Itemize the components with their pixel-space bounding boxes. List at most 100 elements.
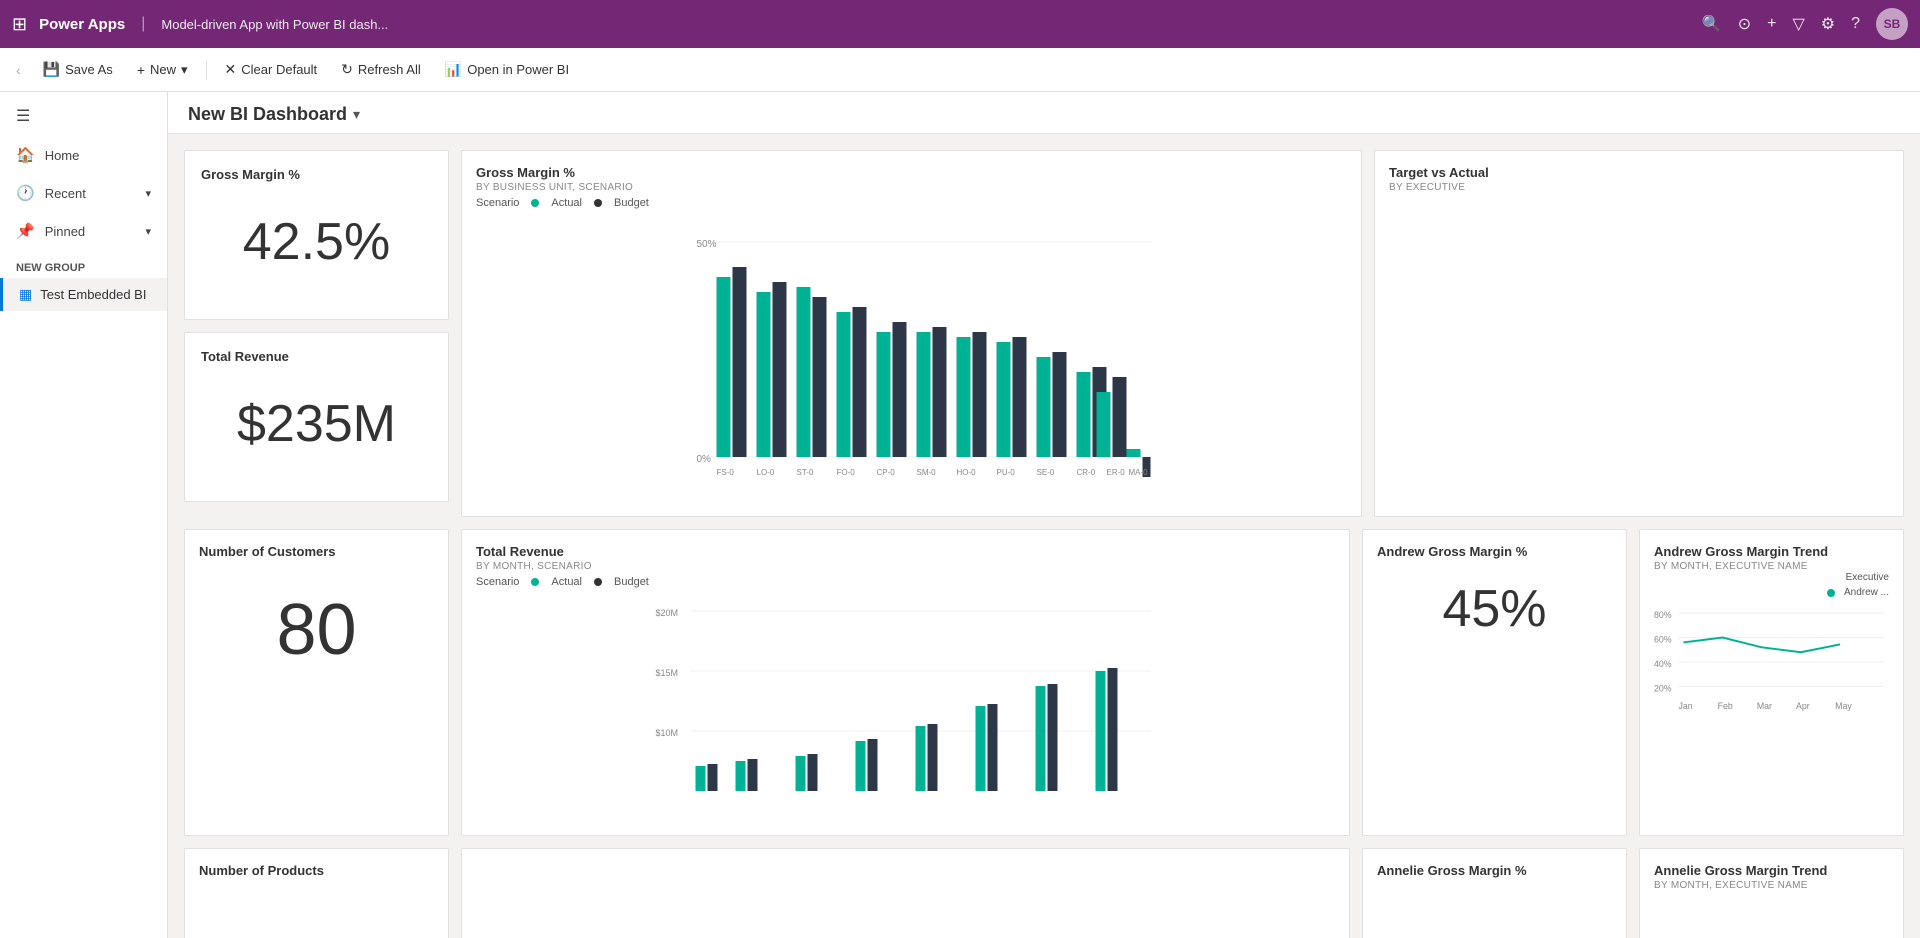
dashboard-title-bar: New BI Dashboard ▾ bbox=[168, 92, 1920, 134]
recent-icon[interactable]: ⊙ bbox=[1738, 14, 1751, 34]
back-button[interactable]: ‹ bbox=[16, 62, 21, 78]
actual-legend-dot2 bbox=[531, 578, 539, 586]
bottom-grid: Number of Customers 80 Total Revenue BY … bbox=[184, 529, 1904, 836]
gross-margin-kpi-title: Gross Margin % bbox=[201, 167, 432, 182]
hamburger-icon[interactable]: ☰ bbox=[0, 96, 167, 136]
page-title: Model-driven App with Power BI dash... bbox=[161, 17, 388, 32]
actual-legend-label2: Actual bbox=[551, 576, 582, 588]
new-button[interactable]: + New ▾ bbox=[127, 57, 198, 83]
total-revenue-month-title: Total Revenue bbox=[476, 544, 1335, 559]
executive-label: Executive bbox=[1846, 572, 1889, 583]
main-layout: ☰ 🏠 Home 🕐 Recent ▾ 📌 Pinned ▾ New Group… bbox=[0, 92, 1920, 938]
open-in-power-bi-button[interactable]: 📊 Open in Power BI bbox=[435, 56, 579, 83]
target-vs-actual-card: Target vs Actual BY EXECUTIVE bbox=[1374, 150, 1904, 517]
num-products-card: Number of Products bbox=[184, 848, 449, 938]
clear-default-label: Clear Default bbox=[241, 62, 317, 77]
svg-text:ER-0: ER-0 bbox=[1107, 468, 1126, 477]
dashboard-title: New BI Dashboard bbox=[188, 104, 347, 125]
num-customers-value: 80 bbox=[199, 589, 434, 671]
gross-margin-bu-title: Gross Margin % bbox=[476, 165, 1347, 180]
total-revenue-kpi-card: Total Revenue $235M bbox=[184, 332, 449, 502]
svg-text:Feb: Feb bbox=[1718, 701, 1733, 711]
svg-text:60%: 60% bbox=[1654, 634, 1672, 644]
toolbar: ‹ 💾 Save As + New ▾ ✕ Clear Default ↻ Re… bbox=[0, 48, 1920, 92]
andrew-gross-margin-title: Andrew Gross Margin % bbox=[1377, 544, 1612, 559]
annelie-gross-margin-title: Annelie Gross Margin % bbox=[1377, 863, 1612, 878]
new-chevron-icon[interactable]: ▾ bbox=[181, 62, 188, 78]
total-revenue-month-subtitle: BY MONTH, SCENARIO bbox=[476, 561, 1335, 572]
svg-text:FO-0: FO-0 bbox=[837, 468, 856, 477]
gross-margin-kpi-card: Gross Margin % 42.5% bbox=[184, 150, 449, 320]
home-icon: 🏠 bbox=[16, 146, 35, 164]
andrew-trend-subtitle: BY MONTH, EXECUTIVE NAME bbox=[1654, 561, 1889, 572]
svg-text:Mar: Mar bbox=[1757, 701, 1772, 711]
budget-legend-dot2 bbox=[594, 578, 602, 586]
help-icon[interactable]: ? bbox=[1851, 15, 1860, 33]
sidebar-item-pinned[interactable]: 📌 Pinned ▾ bbox=[0, 212, 167, 250]
legend-scenario-label: Scenario bbox=[476, 197, 519, 209]
refresh-icon: ↻ bbox=[341, 61, 353, 78]
gross-margin-bu-chart: 50% 0% bbox=[476, 217, 1347, 502]
sidebar: ☰ 🏠 Home 🕐 Recent ▾ 📌 Pinned ▾ New Group… bbox=[0, 92, 168, 938]
sidebar-item-recent[interactable]: 🕐 Recent ▾ bbox=[0, 174, 167, 212]
sidebar-item-test-embedded-bi[interactable]: ▦ Test Embedded BI bbox=[0, 278, 167, 311]
svg-text:SM-0: SM-0 bbox=[917, 468, 937, 477]
total-revenue-kpi-title: Total Revenue bbox=[201, 349, 432, 364]
new-label: New bbox=[150, 62, 176, 77]
sidebar-home-label: Home bbox=[45, 148, 80, 163]
svg-text:20%: 20% bbox=[1654, 683, 1672, 693]
clear-default-button[interactable]: ✕ Clear Default bbox=[215, 56, 328, 83]
andrew-trend-title: Andrew Gross Margin Trend bbox=[1654, 544, 1889, 559]
group-item-icon: ▦ bbox=[19, 286, 32, 303]
filter-icon[interactable]: ▽ bbox=[1792, 14, 1804, 34]
svg-text:ST-0: ST-0 bbox=[797, 468, 814, 477]
settings-icon[interactable]: ⚙ bbox=[1821, 14, 1835, 34]
refresh-all-button[interactable]: ↻ Refresh All bbox=[331, 56, 431, 83]
content-area: New BI Dashboard ▾ Gross Margin % 42.5% … bbox=[168, 92, 1920, 938]
recent-chevron-icon: ▾ bbox=[145, 187, 151, 200]
svg-text:May: May bbox=[1835, 701, 1852, 711]
andrew-legend-entry: Andrew ... bbox=[1844, 587, 1889, 598]
andrew-legend-dot bbox=[1827, 589, 1835, 597]
budget-legend-label: Budget bbox=[614, 197, 649, 209]
gross-margin-bu-subtitle: BY BUSINESS UNIT, SCENARIO bbox=[476, 182, 1347, 193]
andrew-gross-margin-trend-card: Andrew Gross Margin Trend BY MONTH, EXEC… bbox=[1639, 529, 1904, 836]
avatar[interactable]: SB bbox=[1876, 8, 1908, 40]
svg-text:0%: 0% bbox=[697, 454, 712, 465]
top-bar-right: 🔍 ⊙ + ▽ ⚙ ? SB bbox=[1702, 8, 1908, 40]
pinned-icon: 📌 bbox=[16, 222, 35, 240]
actual-legend-dot bbox=[531, 199, 539, 207]
svg-text:Jan: Jan bbox=[1678, 701, 1692, 711]
gross-margin-kpi-value: 42.5% bbox=[201, 212, 432, 272]
save-as-icon: 💾 bbox=[43, 61, 60, 78]
annelie-gross-margin-trend-card: Annelie Gross Margin Trend BY MONTH, EXE… bbox=[1639, 848, 1904, 938]
sidebar-recent-label: Recent bbox=[45, 186, 86, 201]
total-revenue-month-legend: Scenario Actual Budget bbox=[476, 576, 1335, 588]
refresh-label: Refresh All bbox=[358, 62, 421, 77]
svg-text:SE-0: SE-0 bbox=[1037, 468, 1055, 477]
andrew-gross-margin-card: Andrew Gross Margin % 45% bbox=[1362, 529, 1627, 836]
save-as-button[interactable]: 💾 Save As bbox=[33, 56, 123, 83]
add-icon[interactable]: + bbox=[1767, 15, 1776, 33]
search-icon[interactable]: 🔍 bbox=[1702, 14, 1722, 34]
svg-text:80%: 80% bbox=[1654, 610, 1672, 620]
open-power-bi-label: Open in Power BI bbox=[467, 62, 569, 77]
new-icon: + bbox=[137, 62, 145, 78]
app-name: Power Apps bbox=[39, 16, 125, 33]
grid-icon[interactable]: ⊞ bbox=[12, 14, 27, 35]
svg-text:HO-0: HO-0 bbox=[957, 468, 977, 477]
open-power-bi-icon: 📊 bbox=[445, 61, 462, 78]
recent-nav-icon: 🕐 bbox=[16, 184, 35, 202]
budget-legend-label2: Budget bbox=[614, 576, 649, 588]
toolbar-sep1 bbox=[206, 60, 207, 80]
svg-text:PU-0: PU-0 bbox=[997, 468, 1016, 477]
svg-text:FS-0: FS-0 bbox=[717, 468, 735, 477]
num-customers-title: Number of Customers bbox=[199, 544, 434, 559]
group-item-label: Test Embedded BI bbox=[40, 287, 146, 302]
gross-margin-bu-legend: Scenario Actual Budget bbox=[476, 197, 1347, 209]
sidebar-item-home[interactable]: 🏠 Home bbox=[0, 136, 167, 174]
dashboard-title-chevron[interactable]: ▾ bbox=[353, 106, 360, 123]
svg-text:Apr: Apr bbox=[1796, 701, 1810, 711]
svg-text:CP-0: CP-0 bbox=[877, 468, 896, 477]
annelie-trend-subtitle: BY MONTH, EXECUTIVE NAME bbox=[1654, 880, 1889, 891]
